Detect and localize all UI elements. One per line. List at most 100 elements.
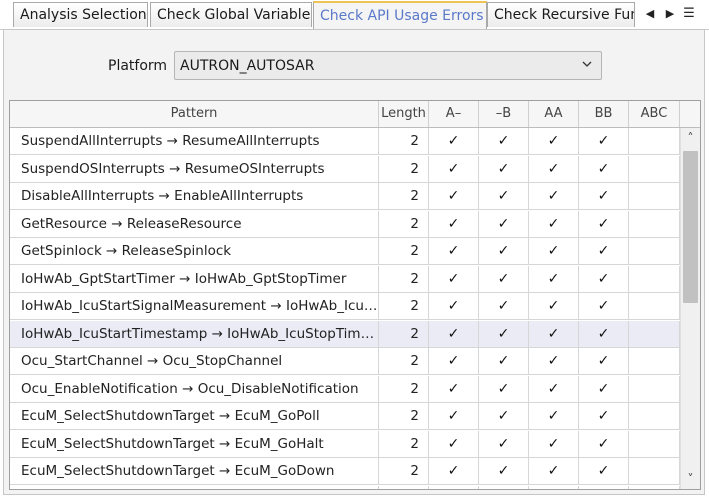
- cell-check-bb[interactable]: ✓: [579, 238, 629, 264]
- table-row[interactable]: [10, 486, 680, 489]
- cell-check-bb[interactable]: [579, 486, 629, 489]
- cell-check-abc[interactable]: [629, 321, 680, 347]
- table-row[interactable]: EcuM_SelectShutdownTarget → EcuM_GoHalt 2…: [10, 431, 680, 458]
- tab-analysis-selection[interactable]: Analysis Selection: [13, 2, 148, 27]
- cell-check-bb[interactable]: ✓: [579, 321, 629, 347]
- cell-check-b[interactable]: ✓: [479, 156, 529, 182]
- cell-check-aa[interactable]: ✓: [529, 321, 579, 347]
- table-row[interactable]: Ocu_EnableNotification → Ocu_DisableNoti…: [10, 376, 680, 403]
- table-row[interactable]: EcuM_SelectShutdownTarget → EcuM_GoDown 2…: [10, 458, 680, 485]
- cell-check-abc[interactable]: [629, 211, 680, 237]
- cell-check-a[interactable]: [429, 486, 479, 489]
- cell-check-b[interactable]: ✓: [479, 238, 529, 264]
- cell-check-bb[interactable]: ✓: [579, 458, 629, 484]
- cell-check-a[interactable]: ✓: [429, 458, 479, 484]
- table-row[interactable]: Ocu_StartChannel → Ocu_StopChannel 2 ✓ ✓ ✓ ✓: [10, 348, 680, 375]
- cell-check-abc[interactable]: [629, 266, 680, 292]
- table-row[interactable]: IoHwAb_IcuStartSignalMeasurement → IoHwA…: [10, 293, 680, 320]
- cell-check-abc[interactable]: [629, 486, 680, 489]
- cell-check-b[interactable]: ✓: [479, 376, 529, 402]
- table-row[interactable]: GetResource → ReleaseResource 2 ✓ ✓ ✓ ✓: [10, 211, 680, 238]
- table-row[interactable]: GetSpinlock → ReleaseSpinlock 2 ✓ ✓ ✓ ✓: [10, 238, 680, 265]
- cell-check-bb[interactable]: ✓: [579, 156, 629, 182]
- cell-check-bb[interactable]: ✓: [579, 348, 629, 374]
- cell-check-aa[interactable]: ✓: [529, 403, 579, 429]
- cell-check-aa[interactable]: ✓: [529, 128, 579, 154]
- cell-check-b[interactable]: [479, 486, 529, 489]
- cell-check-aa[interactable]: ✓: [529, 348, 579, 374]
- table-row[interactable]: EcuM_SelectShutdownTarget → EcuM_GoPoll 2…: [10, 403, 680, 430]
- cell-check-aa[interactable]: ✓: [529, 376, 579, 402]
- cell-check-abc[interactable]: [629, 128, 680, 154]
- cell-check-b[interactable]: ✓: [479, 293, 529, 319]
- column-header-aa[interactable]: AA: [529, 101, 579, 127]
- cell-check-abc[interactable]: [629, 183, 680, 209]
- cell-check-a[interactable]: ✓: [429, 266, 479, 292]
- tab-check-recursive-functions[interactable]: Check Recursive Functions: [487, 2, 635, 27]
- cell-check-a[interactable]: ✓: [429, 403, 479, 429]
- cell-check-bb[interactable]: ✓: [579, 403, 629, 429]
- scroll-down-icon[interactable]: ˅: [681, 469, 700, 489]
- cell-check-b[interactable]: ✓: [479, 128, 529, 154]
- table-row[interactable]: IoHwAb_IcuStartTimestamp → IoHwAb_IcuSto…: [10, 321, 680, 348]
- cell-check-bb[interactable]: ✓: [579, 376, 629, 402]
- table-row[interactable]: DisableAllInterrupts → EnableAllInterrup…: [10, 183, 680, 210]
- cell-check-aa[interactable]: ✓: [529, 156, 579, 182]
- tab-check-api-usage-errors[interactable]: Check API Usage Errors: [313, 1, 487, 29]
- cell-check-abc[interactable]: [629, 156, 680, 182]
- column-header-pattern[interactable]: Pattern: [10, 101, 379, 127]
- cell-check-b[interactable]: ✓: [479, 348, 529, 374]
- tab-list-menu-icon[interactable]: ☰: [681, 5, 697, 23]
- cell-check-bb[interactable]: ✓: [579, 431, 629, 457]
- cell-check-a[interactable]: ✓: [429, 431, 479, 457]
- cell-check-b[interactable]: ✓: [479, 321, 529, 347]
- cell-check-b[interactable]: ✓: [479, 211, 529, 237]
- tab-scroll-left-icon[interactable]: ◀: [642, 5, 658, 23]
- cell-check-aa[interactable]: ✓: [529, 458, 579, 484]
- cell-check-a[interactable]: ✓: [429, 321, 479, 347]
- table-row[interactable]: SuspendAllInterrupts → ResumeAllInterrup…: [10, 128, 680, 155]
- cell-check-a[interactable]: ✓: [429, 128, 479, 154]
- vertical-scrollbar[interactable]: ˄ ˅: [680, 128, 700, 489]
- column-header-length[interactable]: Length: [379, 101, 429, 127]
- cell-check-b[interactable]: ✓: [479, 431, 529, 457]
- tab-check-global-variables[interactable]: Check Global Variables: [150, 2, 312, 27]
- cell-check-abc[interactable]: [629, 238, 680, 264]
- cell-check-a[interactable]: ✓: [429, 376, 479, 402]
- table-row[interactable]: SuspendOSInterrupts → ResumeOSInterrupts…: [10, 156, 680, 183]
- cell-check-a[interactable]: ✓: [429, 156, 479, 182]
- cell-check-aa[interactable]: [529, 486, 579, 489]
- cell-check-a[interactable]: ✓: [429, 238, 479, 264]
- cell-check-bb[interactable]: ✓: [579, 183, 629, 209]
- cell-check-a[interactable]: ✓: [429, 348, 479, 374]
- platform-select[interactable]: AUTRON_AUTOSAR: [174, 51, 602, 80]
- cell-check-abc[interactable]: [629, 376, 680, 402]
- cell-check-b[interactable]: ✓: [479, 183, 529, 209]
- cell-check-b[interactable]: ✓: [479, 266, 529, 292]
- cell-check-abc[interactable]: [629, 293, 680, 319]
- cell-check-aa[interactable]: ✓: [529, 183, 579, 209]
- scroll-up-icon[interactable]: ˄: [681, 128, 700, 148]
- cell-check-aa[interactable]: ✓: [529, 293, 579, 319]
- cell-check-a[interactable]: ✓: [429, 211, 479, 237]
- cell-check-aa[interactable]: ✓: [529, 238, 579, 264]
- cell-check-abc[interactable]: [629, 348, 680, 374]
- cell-check-aa[interactable]: ✓: [529, 431, 579, 457]
- tab-scroll-right-icon[interactable]: ▶: [662, 5, 678, 23]
- cell-check-a[interactable]: ✓: [429, 183, 479, 209]
- cell-check-abc[interactable]: [629, 431, 680, 457]
- cell-check-abc[interactable]: [629, 403, 680, 429]
- column-header-b[interactable]: –B: [479, 101, 529, 127]
- table-row[interactable]: IoHwAb_GptStartTimer → IoHwAb_GptStopTim…: [10, 266, 680, 293]
- cell-check-aa[interactable]: ✓: [529, 211, 579, 237]
- cell-check-bb[interactable]: ✓: [579, 128, 629, 154]
- column-header-bb[interactable]: BB: [579, 101, 629, 127]
- cell-check-bb[interactable]: ✓: [579, 293, 629, 319]
- scrollbar-thumb[interactable]: [683, 151, 698, 303]
- column-header-abc[interactable]: ABC: [629, 101, 680, 127]
- cell-check-abc[interactable]: [629, 458, 680, 484]
- cell-check-a[interactable]: ✓: [429, 293, 479, 319]
- cell-check-b[interactable]: ✓: [479, 403, 529, 429]
- cell-check-b[interactable]: ✓: [479, 458, 529, 484]
- cell-check-bb[interactable]: ✓: [579, 266, 629, 292]
